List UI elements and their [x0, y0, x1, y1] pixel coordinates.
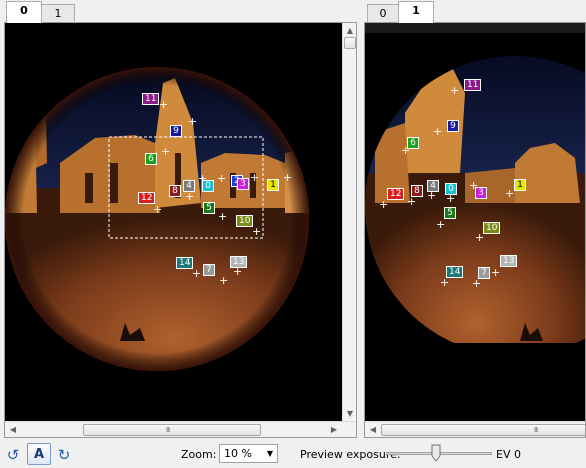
right-tab-1[interactable]: 1 — [398, 1, 434, 23]
grip-icon: III — [166, 426, 170, 434]
left-vscroll-thumb[interactable] — [344, 37, 356, 49]
left-point-3[interactable]: 3 — [237, 178, 249, 190]
scroll-down-icon[interactable]: ▼ — [342, 406, 356, 422]
left-point-1[interactable]: 1 — [267, 179, 279, 191]
right-cross-11: + — [450, 84, 460, 97]
zoom-value: 10 % — [224, 447, 252, 460]
right-cross-1: + — [505, 187, 515, 200]
left-point-6[interactable]: 6 — [145, 153, 157, 165]
right-horizontal-scrollbar[interactable]: ◀ III — [365, 421, 585, 437]
exposure-slider-thumb[interactable] — [431, 444, 441, 462]
left-cross-3: + — [250, 171, 260, 184]
right-tabbar: 0 1 — [364, 0, 586, 23]
left-cross-14: + — [192, 267, 202, 280]
left-hscroll-thumb[interactable]: III — [83, 424, 261, 436]
zoom-select[interactable]: 10 % ▼ — [219, 444, 278, 463]
rotate-right-icon[interactable]: ↻ — [53, 444, 75, 466]
right-cross-8: + — [407, 195, 417, 208]
auto-button[interactable]: A — [27, 443, 51, 465]
left-tab-1[interactable]: 1 — [41, 4, 75, 22]
right-cross-0: + — [446, 192, 456, 205]
left-cross-6: + — [161, 145, 171, 158]
left-cross-10: + — [252, 225, 262, 238]
right-point-12[interactable]: 12 — [387, 188, 405, 200]
left-horizontal-scrollbar[interactable]: ◀ III ▶ — [5, 421, 356, 437]
left-tab-0[interactable]: 0 — [6, 1, 42, 23]
bottom-toolbar: ↺ A ↻ Zoom: 10 % ▼ Preview exposure: EV … — [0, 438, 586, 468]
right-point-10[interactable]: 10 — [483, 222, 501, 234]
chevron-down-icon: ▼ — [266, 449, 273, 458]
right-cross-6: + — [401, 144, 411, 157]
left-vertical-scrollbar[interactable]: ▲ ▼ — [342, 23, 356, 421]
left-tabbar: 0 1 — [4, 0, 344, 23]
right-image-pane[interactable]: 11 + 9 + 6 + 12 + 8 + 4 + 0 + 3 + 1 + 5 … — [364, 22, 586, 438]
right-cross-5: + — [436, 218, 446, 231]
right-tab-0[interactable]: 0 — [367, 4, 399, 22]
right-point-5[interactable]: 5 — [444, 207, 456, 219]
left-point-11[interactable]: 11 — [142, 93, 160, 105]
right-point-1[interactable]: 1 — [514, 179, 526, 191]
left-cross-0: + — [217, 172, 227, 185]
right-cross-9: + — [433, 125, 443, 138]
left-cross-13: + — [233, 265, 243, 278]
right-hscroll-thumb[interactable]: III — [381, 424, 585, 436]
scroll-left-icon[interactable]: ◀ — [5, 422, 21, 437]
scroll-right-icon[interactable]: ▶ — [326, 422, 342, 437]
left-cross-12: + — [153, 203, 163, 216]
left-cross-9: + — [188, 115, 198, 128]
right-cross-12: + — [379, 198, 389, 211]
left-cross-8: + — [185, 190, 195, 203]
grip-icon: III — [534, 426, 538, 434]
right-cross-7: + — [472, 277, 482, 290]
left-point-0[interactable]: 0 — [202, 180, 214, 192]
left-cross-11: + — [159, 98, 169, 111]
ev-value: EV 0 — [496, 448, 521, 461]
left-point-9[interactable]: 9 — [170, 125, 182, 137]
right-cross-3: + — [469, 179, 479, 192]
left-point-10[interactable]: 10 — [236, 215, 254, 227]
left-cross-1: + — [283, 171, 293, 184]
left-image-pane[interactable]: 11 + 9 + 6 + 4 + 0 + 2 3 + 1 + 8 + 12 + … — [4, 22, 357, 438]
right-point-9[interactable]: 9 — [447, 120, 459, 132]
left-fisheye-image — [5, 23, 344, 423]
right-point-13[interactable]: 13 — [500, 255, 518, 267]
right-cross-13: + — [491, 266, 501, 279]
right-cross-10: + — [475, 231, 485, 244]
zoom-label: Zoom: — [181, 448, 217, 461]
left-point-14[interactable]: 14 — [176, 257, 194, 269]
left-cross-7: + — [219, 274, 229, 287]
right-cross-14: + — [440, 276, 450, 289]
right-cross-4: + — [427, 189, 437, 202]
left-point-8[interactable]: 8 — [169, 185, 181, 197]
right-point-11[interactable]: 11 — [464, 79, 482, 91]
left-point-5[interactable]: 5 — [203, 202, 215, 214]
scroll-left-icon[interactable]: ◀ — [365, 422, 381, 437]
left-cross-5: + — [218, 210, 228, 223]
rotate-left-icon[interactable]: ↺ — [2, 444, 24, 466]
left-point-7[interactable]: 7 — [203, 264, 215, 276]
